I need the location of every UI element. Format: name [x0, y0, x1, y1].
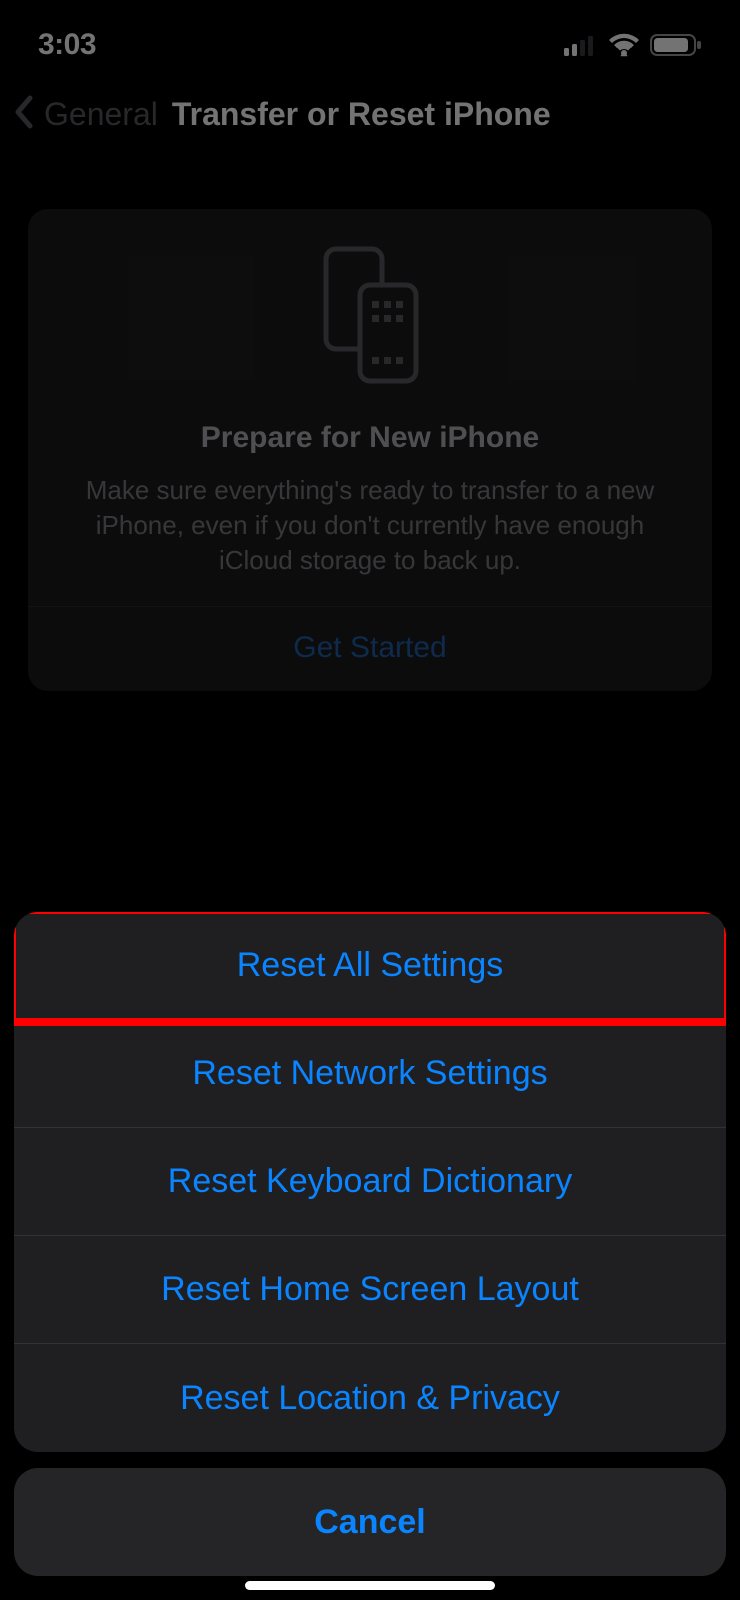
reset-all-settings-button[interactable]: Reset All Settings	[14, 912, 726, 1020]
wifi-icon	[608, 33, 640, 57]
get-started-button[interactable]: Get Started	[28, 607, 712, 691]
home-indicator[interactable]	[245, 1581, 495, 1590]
prepare-description: Make sure everything's ready to transfer…	[28, 473, 712, 606]
battery-icon	[650, 33, 702, 57]
reset-keyboard-dictionary-button[interactable]: Reset Keyboard Dictionary	[14, 1128, 726, 1236]
action-sheet-group: Reset All Settings Reset Network Setting…	[14, 912, 726, 1452]
back-chevron-icon[interactable]	[12, 94, 36, 135]
reset-network-settings-button[interactable]: Reset Network Settings	[14, 1020, 726, 1128]
nav-bar: General Transfer or Reset iPhone	[0, 80, 740, 149]
prepare-title: Prepare for New iPhone	[28, 421, 712, 455]
status-bar: 3:03	[0, 0, 740, 80]
device-transfer-icon	[28, 245, 712, 385]
reset-home-screen-layout-button[interactable]: Reset Home Screen Layout	[14, 1236, 726, 1344]
reset-location-privacy-button[interactable]: Reset Location & Privacy	[14, 1344, 726, 1452]
status-time: 3:03	[38, 28, 96, 62]
cellular-signal-icon	[564, 34, 598, 56]
action-sheet: Reset All Settings Reset Network Setting…	[14, 912, 726, 1576]
page-title: Transfer or Reset iPhone	[172, 96, 551, 133]
cancel-button[interactable]: Cancel	[14, 1468, 726, 1576]
prepare-card: Prepare for New iPhone Make sure everyth…	[28, 209, 712, 691]
status-icons	[564, 33, 702, 57]
back-button[interactable]: General	[44, 96, 158, 133]
